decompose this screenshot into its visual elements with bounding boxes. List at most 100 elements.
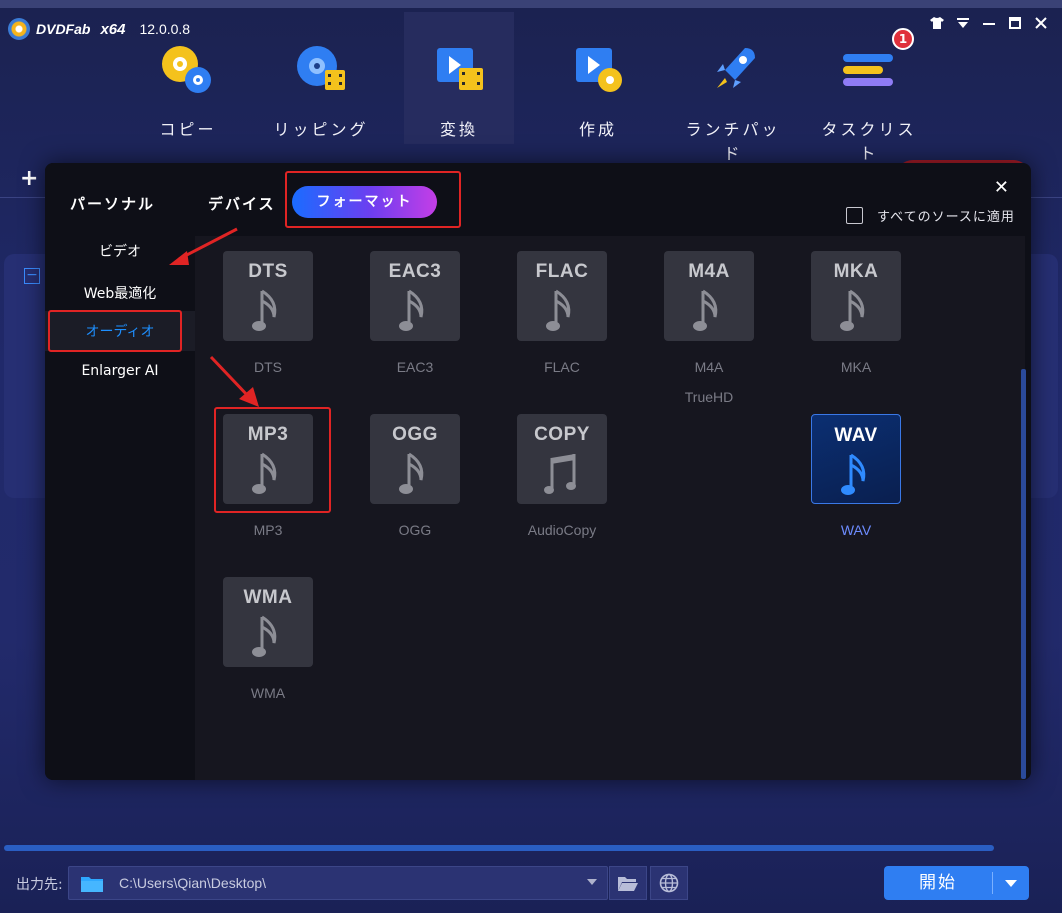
format-tile: WMA [223, 577, 313, 667]
browse-folder-button[interactable] [609, 866, 647, 900]
format-label: AudioCopy [527, 522, 597, 538]
skin-icon[interactable] [930, 16, 944, 30]
format-mka[interactable]: MKA MKA [811, 251, 901, 375]
format-code: FLAC [535, 261, 589, 282]
progress-track [4, 845, 994, 851]
apply-all-option[interactable]: すべてのソースに適用 [846, 206, 1015, 225]
sidebar-item-enlarger[interactable]: Enlarger AI [45, 363, 195, 379]
format-ogg[interactable]: OGG OGG [370, 414, 460, 538]
dvdfab-window: DVDFab x64 12.0.0.8 コピー リッピング 変換 作成 ランチパ… [0, 0, 1062, 913]
path-dropdown-icon[interactable] [587, 879, 597, 885]
minimize-icon[interactable] [982, 16, 996, 30]
format-label: WAV [840, 522, 872, 538]
highlight-format-tab [285, 171, 461, 228]
folder-icon [81, 877, 103, 892]
nav-label: タスクリスト [821, 120, 917, 163]
top-strip [0, 0, 1062, 8]
globe-icon [659, 873, 679, 893]
tasklist-icon [843, 54, 893, 86]
ripper-icon [297, 46, 345, 90]
output-path: C:\Users\Qian\Desktop\ [119, 875, 267, 891]
profile-modal: パーソナル デバイス フォーマット ✕ すべてのソースに適用 ビデオ Web最適… [45, 163, 1031, 780]
tab-device[interactable]: デバイス [208, 193, 276, 214]
format-tile: MKA [811, 251, 901, 341]
start-dropdown[interactable] [993, 866, 1029, 900]
nav-label: ランチパッド [685, 120, 781, 163]
highlight-mp3 [214, 407, 331, 513]
format-wav[interactable]: WAV WAV [811, 414, 901, 538]
app-name: DVDFab [36, 21, 91, 37]
format-tile: OGG [370, 414, 460, 504]
format-eac3[interactable]: EAC3 EAC3 [370, 251, 460, 375]
collapse-icon[interactable]: − [24, 268, 40, 284]
start-button[interactable]: 開始 [884, 866, 1029, 900]
music-note-icon [399, 289, 424, 331]
apply-all-label: すべてのソースに適用 [877, 210, 1015, 225]
nav-label: コピー [159, 120, 217, 139]
nav-label: 作成 [578, 120, 617, 139]
close-window-icon[interactable] [1034, 16, 1048, 30]
tab-personal[interactable]: パーソナル [70, 193, 155, 214]
music-notes-icon [544, 454, 576, 494]
format-tile: M4A [664, 251, 754, 341]
format-label: FLAC [544, 359, 580, 375]
format-tile: EAC3 [370, 251, 460, 341]
add-source-icon[interactable]: + [20, 166, 38, 191]
format-label: MP3 [253, 522, 283, 538]
scrollbar[interactable] [1021, 369, 1026, 779]
start-label[interactable]: 開始 [884, 866, 992, 900]
app-arch: x64 [100, 20, 126, 38]
creator-icon [576, 48, 622, 92]
music-note-icon [546, 289, 571, 331]
music-note-icon [693, 289, 718, 331]
close-icon[interactable]: ✕ [994, 177, 1009, 198]
music-note-icon [841, 453, 866, 495]
menu-dropdown-icon[interactable] [956, 16, 970, 30]
format-tile: WAV [811, 414, 901, 504]
output-label: 出力先: [16, 877, 63, 893]
nav-copy[interactable]: コピー [133, 38, 243, 139]
format-label: WMA [250, 685, 286, 701]
web-button[interactable] [650, 866, 688, 900]
annotation-arrow-mp3 [209, 355, 259, 407]
sidebar-item-web[interactable]: Web最適化 [45, 283, 195, 303]
task-count-badge: 1 [892, 28, 914, 50]
format-code: M4A [688, 261, 730, 282]
nav-converter[interactable]: 変換 [404, 12, 514, 144]
format-tile: FLAC [517, 251, 607, 341]
convert-icon [437, 48, 483, 90]
apply-all-checkbox[interactable] [846, 207, 863, 224]
format-label: EAC3 [396, 359, 434, 375]
music-note-icon [252, 615, 277, 657]
rocket-icon [717, 48, 755, 88]
app-logo: DVDFab x64 12.0.0.8 [8, 18, 190, 40]
highlight-audio [48, 310, 182, 352]
nav-launchpad[interactable]: ランチパッド [678, 38, 788, 163]
window-controls [930, 16, 1048, 30]
format-label: OGG [398, 522, 432, 538]
music-note-icon [840, 289, 865, 331]
format-label: M4A [694, 359, 724, 375]
music-note-icon [252, 289, 277, 331]
format-label: MKA [840, 359, 872, 375]
format-code: COPY [534, 424, 590, 445]
output-path-field[interactable]: C:\Users\Qian\Desktop\ [68, 866, 608, 900]
nav-creator[interactable]: 作成 [543, 38, 653, 139]
format-audiocopy[interactable]: COPY AudioCopy [517, 414, 607, 538]
format-code: WAV [834, 425, 878, 446]
maximize-icon[interactable] [1008, 16, 1022, 30]
nav-label: 変換 [439, 120, 478, 139]
format-flac[interactable]: FLAC FLAC [517, 251, 607, 375]
copy-disc-icon [162, 46, 211, 93]
nav-ripper[interactable]: リッピング [266, 38, 376, 139]
app-version: 12.0.0.8 [139, 21, 191, 37]
format-wma[interactable]: WMA WMA [223, 577, 313, 701]
open-folder-icon [618, 877, 638, 891]
format-code: MKA [833, 261, 879, 282]
format-m4a[interactable]: M4A M4A TrueHD [664, 251, 754, 405]
format-tile: COPY [517, 414, 607, 504]
nav-tasklist[interactable]: タスクリスト 1 [814, 28, 924, 163]
format-sublabel[interactable]: TrueHD [664, 389, 754, 405]
dvdfab-logo-icon [8, 18, 30, 40]
format-code: EAC3 [388, 261, 442, 282]
